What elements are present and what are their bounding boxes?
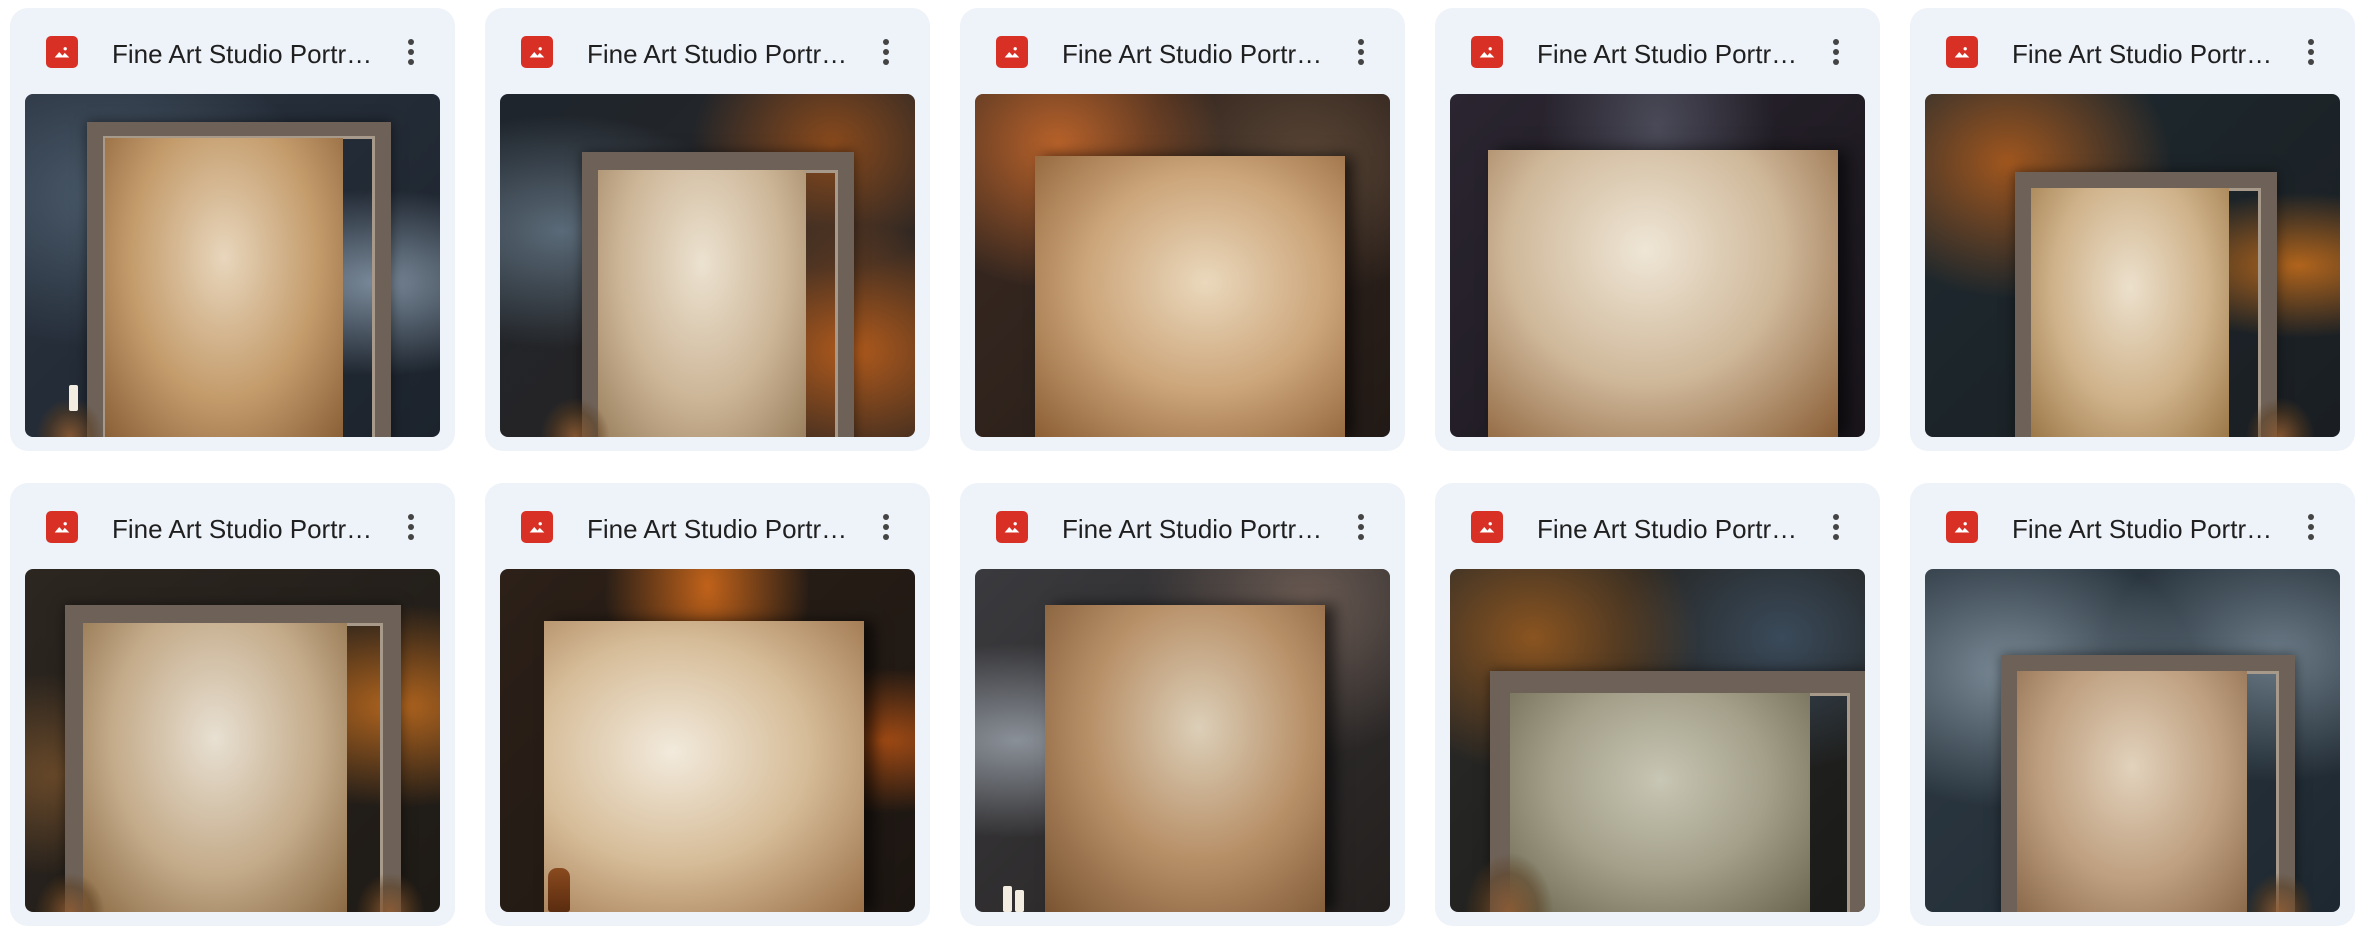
more-actions-button[interactable] bbox=[2291, 32, 2331, 72]
file-card[interactable]: Fine Art Studio Portrait Backdrop 6 bbox=[10, 483, 455, 926]
more-vert-icon bbox=[1833, 514, 1839, 540]
file-thumbnail[interactable] bbox=[25, 94, 440, 437]
file-card-header: Fine Art Studio Portrait Backdrop 3 bbox=[960, 8, 1405, 92]
more-actions-button[interactable] bbox=[866, 507, 906, 547]
image-file-icon bbox=[1471, 36, 1503, 68]
file-name: Fine Art Studio Portrait Backdrop 4 bbox=[1537, 39, 1807, 69]
more-vert-icon bbox=[1358, 39, 1364, 65]
file-thumbnail[interactable] bbox=[975, 94, 1390, 437]
image-file-icon bbox=[1946, 511, 1978, 543]
file-grid: Fine Art Studio Portrait Backdrop 1 Fine… bbox=[10, 8, 2355, 926]
file-card[interactable]: Fine Art Studio Portrait Backdrop 2 bbox=[485, 8, 930, 451]
file-thumbnail[interactable] bbox=[1450, 94, 1865, 437]
more-vert-icon bbox=[2308, 39, 2314, 65]
file-thumbnail[interactable] bbox=[1925, 94, 2340, 437]
file-card[interactable]: Fine Art Studio Portrait Backdrop 10 bbox=[1910, 483, 2355, 926]
file-card-header: Fine Art Studio Portrait Backdrop 7 bbox=[485, 483, 930, 567]
file-name: Fine Art Studio Portrait Backdrop 5 bbox=[2012, 39, 2282, 69]
image-file-icon bbox=[1471, 511, 1503, 543]
more-actions-button[interactable] bbox=[866, 32, 906, 72]
image-file-icon bbox=[521, 511, 553, 543]
file-name: Fine Art Studio Portrait Backdrop 1 bbox=[112, 39, 382, 69]
file-card[interactable]: Fine Art Studio Portrait Backdrop 3 bbox=[960, 8, 1405, 451]
image-file-icon bbox=[996, 511, 1028, 543]
image-file-icon bbox=[996, 36, 1028, 68]
more-actions-button[interactable] bbox=[1816, 32, 1856, 72]
file-card-header: Fine Art Studio Portrait Backdrop 6 bbox=[10, 483, 455, 567]
file-card-header: Fine Art Studio Portrait Backdrop 10 bbox=[1910, 483, 2355, 567]
image-file-icon bbox=[1946, 36, 1978, 68]
more-actions-button[interactable] bbox=[391, 32, 431, 72]
file-thumbnail[interactable] bbox=[1925, 569, 2340, 912]
image-file-icon bbox=[46, 36, 78, 68]
file-card[interactable]: Fine Art Studio Portrait Backdrop 5 bbox=[1910, 8, 2355, 451]
file-card[interactable]: Fine Art Studio Portrait Backdrop 7 bbox=[485, 483, 930, 926]
file-name: Fine Art Studio Portrait Backdrop 6 bbox=[112, 514, 382, 544]
more-vert-icon bbox=[883, 39, 889, 65]
file-thumbnail[interactable] bbox=[975, 569, 1390, 912]
file-thumbnail[interactable] bbox=[500, 94, 915, 437]
file-name: Fine Art Studio Portrait Backdrop 10 bbox=[2012, 514, 2282, 544]
more-vert-icon bbox=[1833, 39, 1839, 65]
more-vert-icon bbox=[1358, 514, 1364, 540]
more-vert-icon bbox=[2308, 514, 2314, 540]
file-name: Fine Art Studio Portrait Backdrop 8 bbox=[1062, 514, 1332, 544]
more-actions-button[interactable] bbox=[2291, 507, 2331, 547]
more-actions-button[interactable] bbox=[1816, 507, 1856, 547]
image-file-icon bbox=[521, 36, 553, 68]
file-card[interactable]: Fine Art Studio Portrait Backdrop 9 bbox=[1435, 483, 1880, 926]
more-vert-icon bbox=[408, 514, 414, 540]
file-card-header: Fine Art Studio Portrait Backdrop 1 bbox=[10, 8, 455, 92]
file-card[interactable]: Fine Art Studio Portrait Backdrop 8 bbox=[960, 483, 1405, 926]
file-card-header: Fine Art Studio Portrait Backdrop 8 bbox=[960, 483, 1405, 567]
file-name: Fine Art Studio Portrait Backdrop 7 bbox=[587, 514, 857, 544]
file-card-header: Fine Art Studio Portrait Backdrop 5 bbox=[1910, 8, 2355, 92]
file-thumbnail[interactable] bbox=[500, 569, 915, 912]
file-name: Fine Art Studio Portrait Backdrop 3 bbox=[1062, 39, 1332, 69]
more-actions-button[interactable] bbox=[1341, 507, 1381, 547]
file-card-header: Fine Art Studio Portrait Backdrop 9 bbox=[1435, 483, 1880, 567]
more-vert-icon bbox=[883, 514, 889, 540]
file-name: Fine Art Studio Portrait Backdrop 2 bbox=[587, 39, 857, 69]
file-thumbnail[interactable] bbox=[25, 569, 440, 912]
file-name: Fine Art Studio Portrait Backdrop 9 bbox=[1537, 514, 1807, 544]
file-card-header: Fine Art Studio Portrait Backdrop 4 bbox=[1435, 8, 1880, 92]
file-card[interactable]: Fine Art Studio Portrait Backdrop 1 bbox=[10, 8, 455, 451]
file-card-header: Fine Art Studio Portrait Backdrop 2 bbox=[485, 8, 930, 92]
more-actions-button[interactable] bbox=[1341, 32, 1381, 72]
more-vert-icon bbox=[408, 39, 414, 65]
file-card[interactable]: Fine Art Studio Portrait Backdrop 4 bbox=[1435, 8, 1880, 451]
file-thumbnail[interactable] bbox=[1450, 569, 1865, 912]
image-file-icon bbox=[46, 511, 78, 543]
more-actions-button[interactable] bbox=[391, 507, 431, 547]
